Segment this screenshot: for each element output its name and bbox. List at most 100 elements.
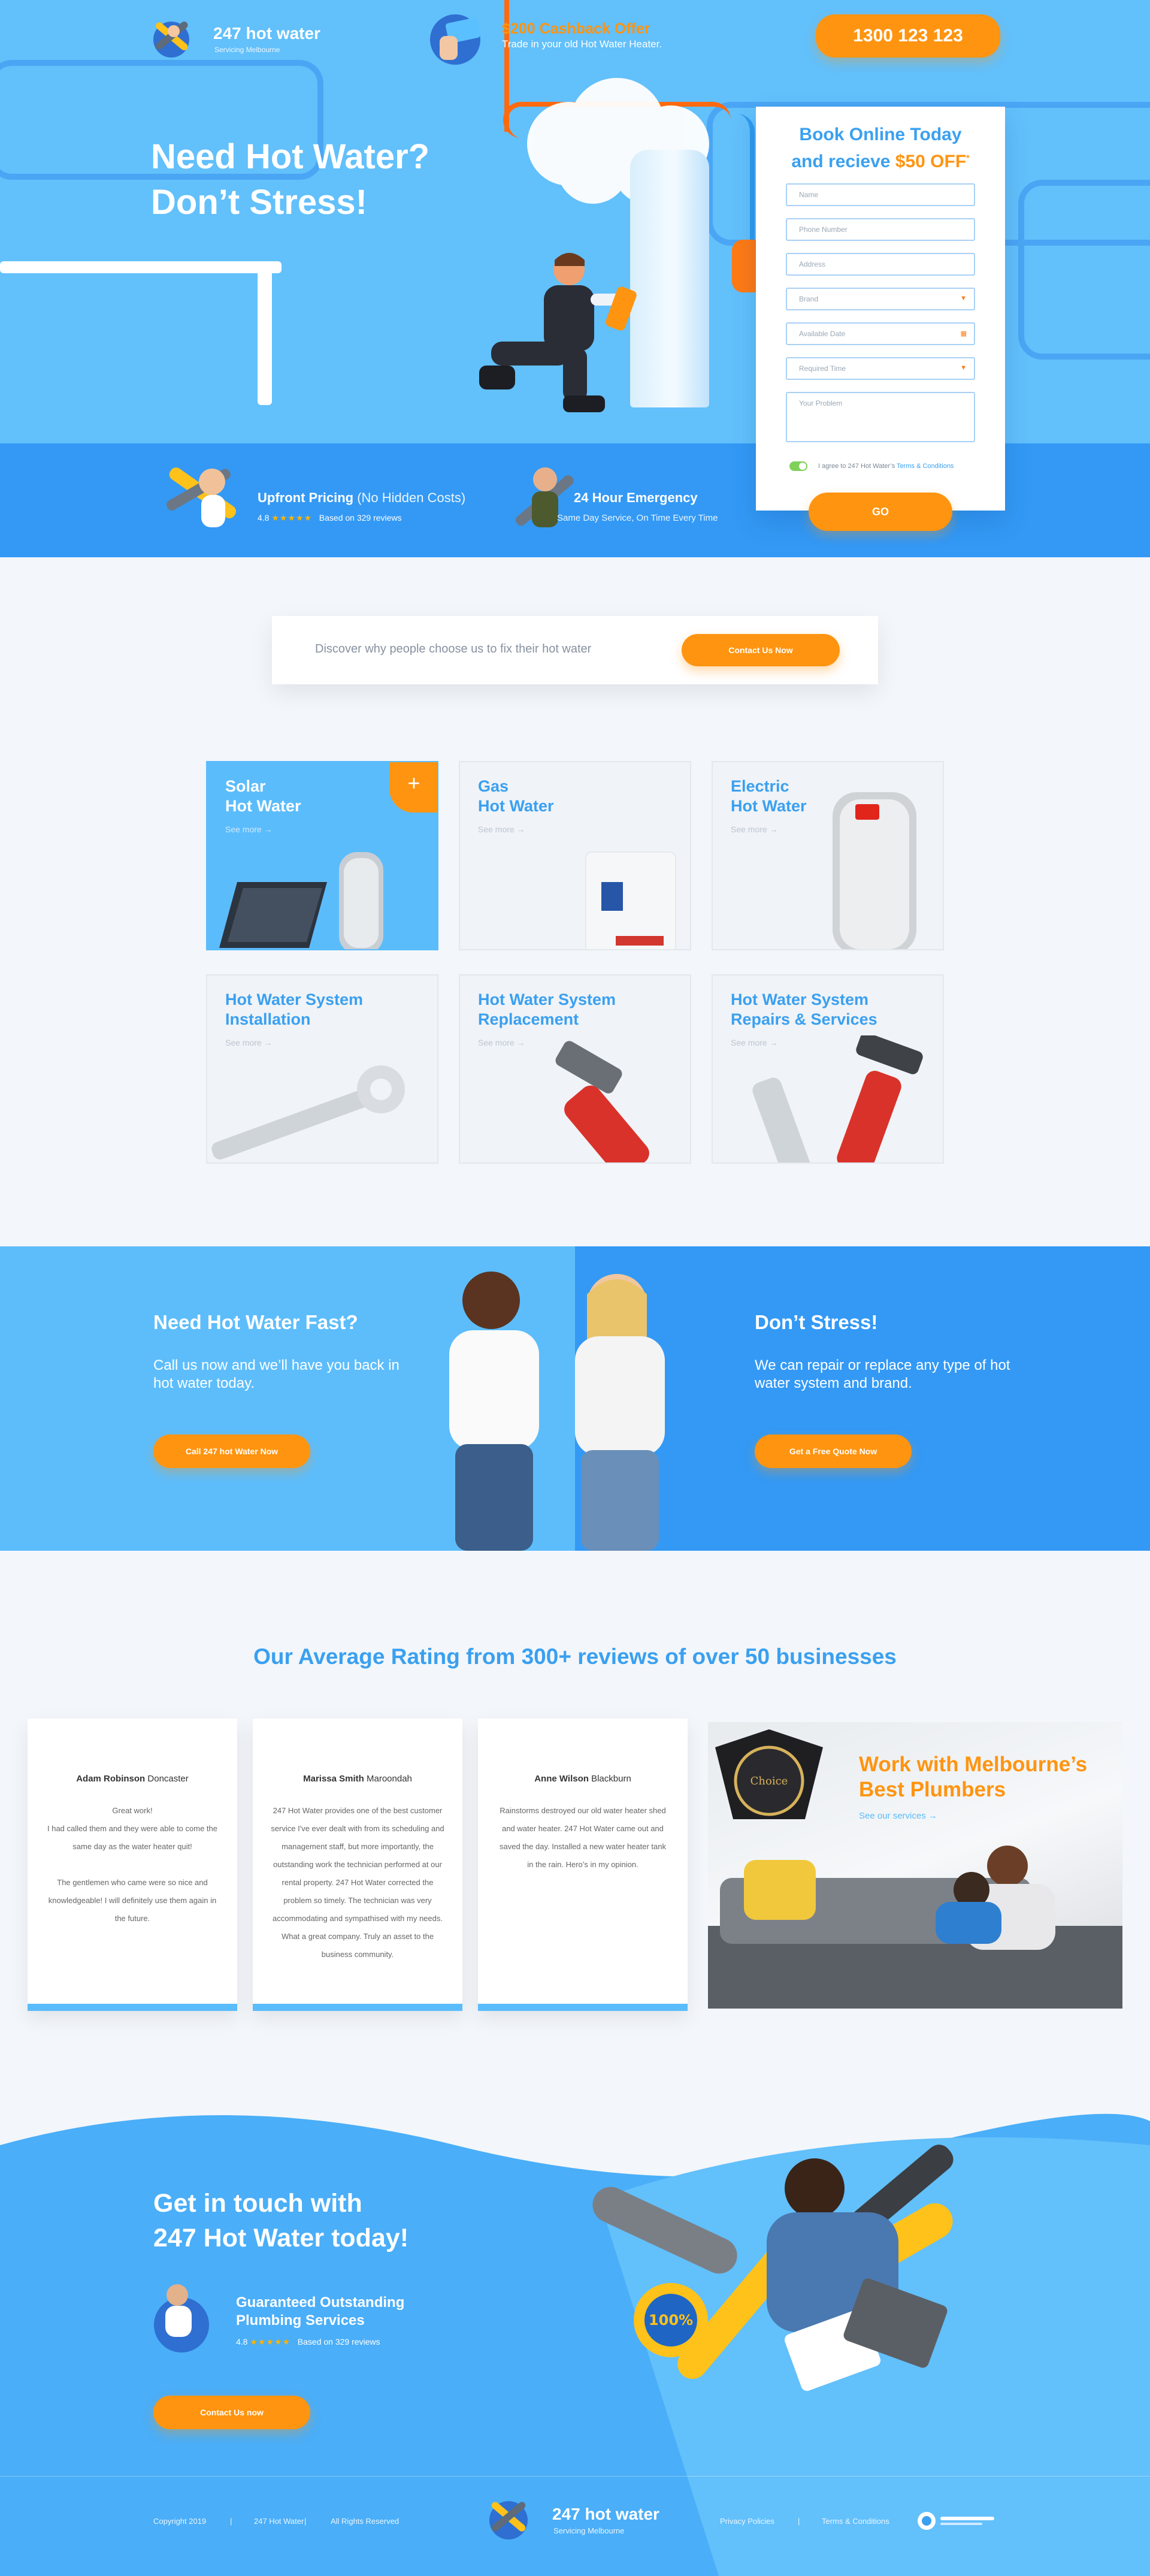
reviewer-name: Marissa Smith <box>303 1774 364 1784</box>
call-now-button[interactable]: Call 247 hot Water Now <box>153 1435 310 1468</box>
reviewer: Adam Robinson Doncaster <box>28 1774 237 1784</box>
white-pipe <box>0 261 282 273</box>
service-title-line: Installation <box>225 1010 311 1028</box>
problem-textarea[interactable]: Your Problem <box>786 392 975 442</box>
see-more-link[interactable]: See more → <box>478 1038 525 1047</box>
service-title-line: Hot Water <box>225 797 301 815</box>
review-count: Based on 329 reviews <box>297 2337 380 2347</box>
electric-heater-image <box>833 792 916 949</box>
go-submit-button[interactable]: GO <box>809 493 952 531</box>
guarantee-title: Guaranteed Outstanding Plumbing Services <box>236 2294 404 2330</box>
service-title: Hot Water System Repairs & Services <box>731 990 877 1029</box>
review-card: Marissa Smith Maroondah 247 Hot Water pr… <box>253 1719 462 2011</box>
service-title: Hot Water System Replacement <box>478 990 616 1029</box>
time-select[interactable]: Required Time ▼ <box>786 357 975 380</box>
discover-text: Discover why people choose us to fix the… <box>315 642 592 656</box>
see-services-link[interactable]: See our services → <box>859 1811 937 1821</box>
review-text: Rainstorms destroyed our old water heate… <box>500 1806 666 1869</box>
service-title-line: Gas <box>478 777 509 795</box>
discount-amount: $50 OFF <box>895 152 967 171</box>
service-card-gas[interactable]: Gas Hot Water See more → <box>459 761 691 950</box>
booking-form-title: Book Online Today and recieve $50 OFF* <box>756 123 1005 173</box>
date-field-value: Available Date <box>799 330 846 338</box>
name-field[interactable]: Name <box>786 183 975 206</box>
average-rating-title: Our Average Rating from 300+ reviews of … <box>253 1644 897 1669</box>
service-title-line: Hot Water System <box>225 990 364 1008</box>
address-field[interactable]: Address <box>786 253 975 276</box>
service-card-electric[interactable]: Electric Hot Water See more → <box>712 761 944 950</box>
svg-text:100%: 100% <box>649 2312 693 2329</box>
get-in-touch-title-line: Get in touch with <box>153 2189 362 2218</box>
brand-select[interactable]: Brand ▼ <box>786 288 975 310</box>
rating-value: 4.8 <box>258 513 270 523</box>
terms-agreement-text: I agree to 247 Hot Water’s Terms & Condi… <box>818 463 954 470</box>
hero-title: Need Hot Water? Don’t Stress! <box>151 134 429 225</box>
powered-by-logo[interactable] <box>916 2511 1000 2531</box>
upfront-pricing-image <box>166 467 237 527</box>
review-text: Great work! I had called them and they w… <box>47 1806 217 1923</box>
dont-stress-title: Don’t Stress! <box>755 1311 878 1333</box>
guarantee-title-line: Guaranteed Outstanding <box>236 2294 405 2311</box>
footer-divider <box>0 2476 1150 2477</box>
cashback-offer-title: $200 Cashback Offer <box>502 20 650 37</box>
solar-panel-image <box>219 852 383 949</box>
plus-icon[interactable]: + <box>389 762 437 813</box>
service-card-repairs[interactable]: Hot Water System Repairs & Services See m… <box>712 974 944 1164</box>
phone-call-button[interactable]: 1300 123 123 <box>816 14 1000 58</box>
see-more-link[interactable]: See more → <box>225 1038 273 1047</box>
guarantee-title-line: Plumbing Services <box>236 2312 365 2329</box>
tools-image <box>752 1035 923 1162</box>
emergency-title: 24 Hour Emergency <box>574 490 698 505</box>
upfront-pricing-label: Upfront Pricing <box>258 490 354 505</box>
reviewer: Marissa Smith Maroondah <box>253 1774 462 1784</box>
service-card-installation[interactable]: Hot Water System Installation See more → <box>206 974 438 1164</box>
couple-on-sofa-image <box>708 1846 1122 2009</box>
service-title-line: Hot Water System <box>478 990 616 1008</box>
service-card-replacement[interactable]: Hot Water System Replacement See more → <box>459 974 691 1164</box>
footer-brand: 247 Hot Water <box>254 2517 304 2526</box>
rating-value: 4.8 <box>236 2337 248 2347</box>
free-quote-button[interactable]: Get a Free Quote Now <box>755 1435 912 1468</box>
see-more-link[interactable]: See more → <box>478 825 525 834</box>
footer-logo-icon <box>489 2501 528 2539</box>
service-card-solar[interactable]: Solar Hot Water See more → + <box>206 761 438 950</box>
brand-select-value: Brand <box>799 295 819 303</box>
logo-name[interactable]: 247 hot water <box>213 24 320 43</box>
contact-us-button[interactable]: Contact Us Now <box>682 634 840 666</box>
footer-logo-name[interactable]: 247 hot water <box>552 2505 659 2524</box>
see-more-link[interactable]: See more → <box>731 825 778 834</box>
phone-field[interactable]: Phone Number <box>786 218 975 241</box>
svg-text:Choice: Choice <box>750 1775 788 1787</box>
booking-title-line: and recieve $50 OFF* <box>756 146 1005 173</box>
contact-us-now-button[interactable]: Contact Us now <box>153 2396 310 2429</box>
reviewer-name: Adam Robinson <box>76 1774 146 1784</box>
logo-tagline: Servicing Melbourne <box>214 46 280 54</box>
service-title-line: Replacement <box>478 1010 579 1028</box>
service-title-line: Hot Water <box>478 797 554 815</box>
reviewer-name: Anne Wilson <box>534 1774 589 1784</box>
date-field[interactable]: Available Date ▦ <box>786 322 975 345</box>
star-rating-icon: ★★★★★ <box>250 2337 291 2347</box>
guarantee-rating: 4.8 ★★★★★ Based on 329 reviews <box>236 2337 380 2347</box>
terms-link[interactable]: Terms & Conditions <box>897 463 954 470</box>
time-select-value: Required Time <box>799 364 846 373</box>
see-more-link[interactable]: See more → <box>225 825 273 834</box>
booking-title-line: Book Online Today <box>799 125 962 144</box>
review-count: Based on 329 reviews <box>319 513 402 523</box>
terms-conditions-link[interactable]: Terms & Conditions <box>822 2517 889 2526</box>
cashback-icon <box>430 14 480 65</box>
get-in-touch-title-line: 247 Hot Water today! <box>153 2224 409 2252</box>
privacy-policy-link[interactable]: Privacy Policies <box>720 2517 774 2526</box>
footer-logo-tagline: Servicing Melbourne <box>553 2526 625 2535</box>
logo-icon <box>153 22 189 58</box>
terms-toggle[interactable] <box>789 461 807 471</box>
chevron-down-icon: ▼ <box>960 295 967 302</box>
discount-asterisk: * <box>966 153 970 162</box>
peoples-choice-award-badge: Choice <box>715 1729 823 1819</box>
discover-strip: Discover why people choose us to fix the… <box>272 616 878 684</box>
footer-copyright: Copyright 2019 <box>153 2517 207 2526</box>
wrench-image <box>211 1065 405 1160</box>
service-title: Hot Water System Installation <box>225 990 363 1029</box>
dont-stress-text: We can repair or replace any type of hot… <box>755 1357 1010 1391</box>
guarantee-avatar-image <box>154 2284 209 2352</box>
